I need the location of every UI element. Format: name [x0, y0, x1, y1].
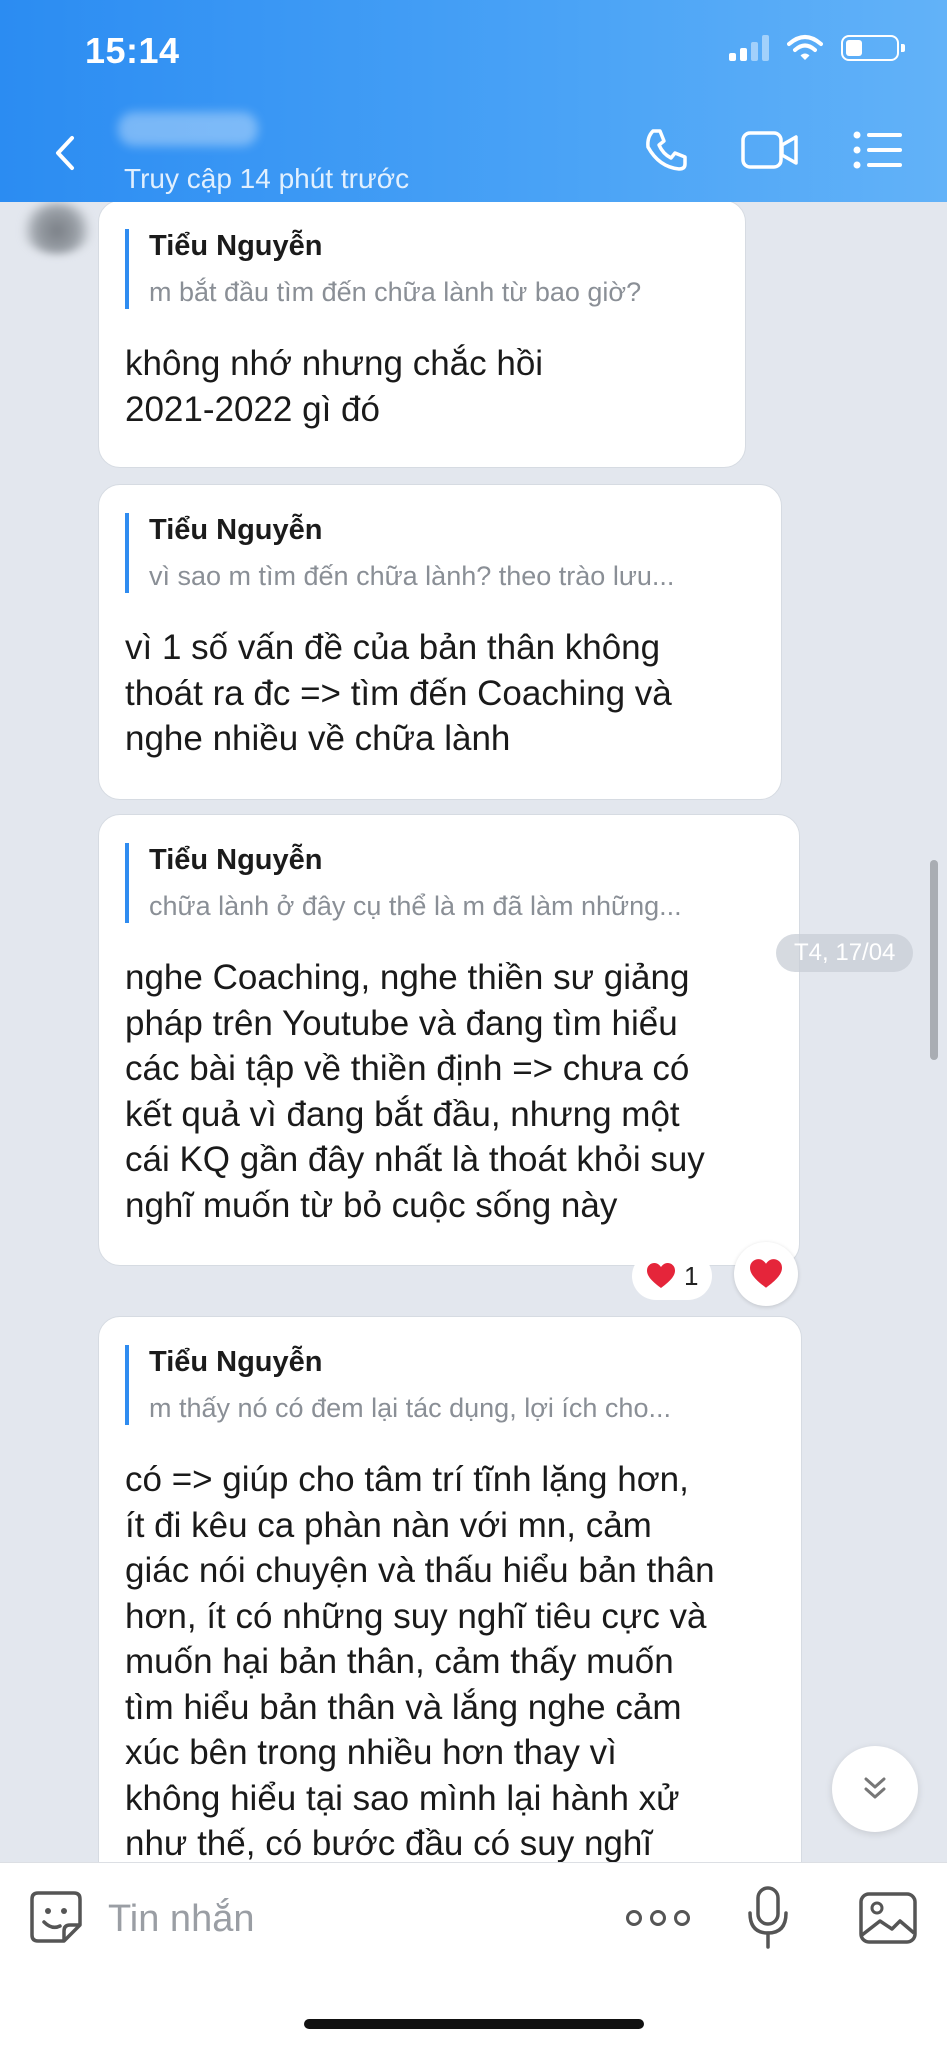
reply-quote[interactable]: Tiểu Nguyễn m bắt đầu tìm đến chữa lành … [125, 229, 719, 309]
date-separator: T4, 17/04 [776, 934, 914, 972]
phone-icon [646, 129, 687, 171]
quote-text: vì sao m tìm đến chữa lành? theo trào lư… [149, 561, 675, 591]
battery-icon [841, 35, 905, 61]
reaction-summary[interactable]: 1 [632, 1252, 713, 1300]
more-dot-icon [650, 1910, 666, 1926]
heart-icon [750, 1259, 782, 1288]
react-button[interactable] [734, 1242, 798, 1306]
status-time: 15:14 [85, 30, 180, 71]
call-button[interactable] [636, 120, 696, 180]
reply-quote[interactable]: Tiểu Nguyễn chữa lành ở đây cụ thể là m … [125, 843, 773, 923]
chat-menu-button[interactable] [848, 120, 908, 180]
more-dot-icon [626, 1910, 642, 1926]
message-text: có => giúp cho tâm trí tĩnh lặng hơn, ít… [125, 1460, 715, 1862]
menu-list-icon [853, 131, 902, 169]
send-image-button[interactable] [858, 1891, 918, 1945]
chat-scrollbar[interactable] [930, 860, 938, 1060]
voice-message-button[interactable] [746, 1885, 790, 1951]
contact-name-blurred[interactable] [118, 112, 258, 146]
message-bubble[interactable]: Tiểu Nguyễn vì sao m tìm đến chữa lành? … [98, 484, 782, 800]
video-call-button[interactable] [740, 120, 800, 180]
message-text: không nhớ nhưng chắc hồi 2021-2022 gì đó [125, 344, 544, 429]
chat-header: 15:14 Truy cập 14 phút trước [0, 0, 947, 202]
quote-text: m bắt đầu tìm đến chữa lành từ bao giờ? [149, 277, 642, 307]
message-bubble[interactable]: Tiểu Nguyễn m bắt đầu tìm đến chữa lành … [98, 202, 746, 468]
status-icons [729, 34, 905, 62]
message-text: vì 1 số vấn đề của bản thân không thoát … [125, 628, 672, 758]
home-indicator [304, 2019, 644, 2029]
back-icon [56, 136, 74, 170]
quote-sender-name: Tiểu Nguyễn [149, 230, 323, 262]
quote-sender-name: Tiểu Nguyễn [149, 514, 323, 546]
wifi-icon [787, 35, 823, 60]
video-call-icon [741, 131, 798, 169]
message-text: nghe Coaching, nghe thiền sư giảng pháp … [125, 958, 705, 1225]
sticker-button[interactable] [28, 1889, 84, 1945]
more-options-button[interactable] [626, 1893, 690, 1943]
more-dot-icon [674, 1910, 690, 1926]
message-composer [0, 1862, 947, 2048]
double-chevron-down-icon [864, 1777, 886, 1799]
image-icon [859, 1892, 917, 1944]
quote-sender-name: Tiểu Nguyễn [149, 1346, 323, 1378]
scroll-to-bottom-button[interactable] [832, 1746, 918, 1832]
reply-quote[interactable]: Tiểu Nguyễn m thấy nó có đem lại tác dụn… [125, 1345, 775, 1425]
quote-text: chữa lành ở đây cụ thể là m đã làm những… [149, 891, 682, 921]
microphone-icon [748, 1886, 788, 1949]
last-seen-status: Truy cập 14 phút trước [124, 163, 410, 194]
quote-text: m thấy nó có đem lại tác dụng, lợi ích c… [149, 1393, 671, 1423]
reply-quote[interactable]: Tiểu Nguyễn vì sao m tìm đến chữa lành? … [125, 513, 755, 593]
back-button[interactable] [44, 128, 88, 178]
message-bubble[interactable]: Tiểu Nguyễn chữa lành ở đây cụ thể là m … [98, 814, 800, 1266]
reaction-count: 1 [684, 1260, 699, 1291]
sender-avatar[interactable] [20, 202, 94, 254]
chat-messages-area[interactable]: Tiểu Nguyễn m bắt đầu tìm đến chữa lành … [0, 202, 947, 1862]
sticker-icon [30, 1891, 82, 1943]
message-input[interactable] [108, 1887, 588, 1951]
quote-sender-name: Tiểu Nguyễn [149, 844, 323, 876]
signal-icon [729, 35, 769, 61]
heart-icon [647, 1263, 675, 1288]
message-bubble[interactable]: Tiểu Nguyễn m thấy nó có đem lại tác dụn… [98, 1316, 802, 1862]
